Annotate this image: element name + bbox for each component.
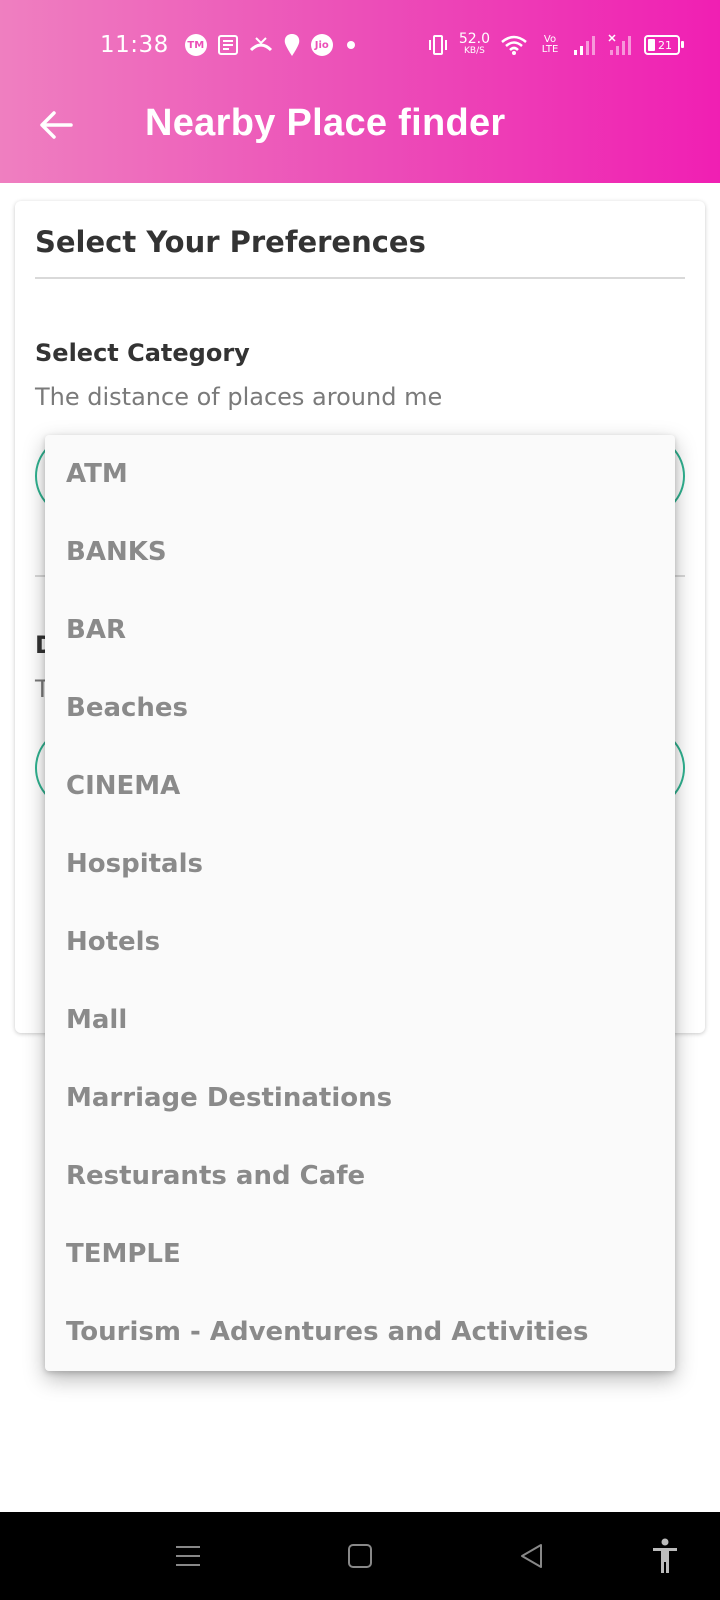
network-speed: 52.0 KB/S bbox=[458, 31, 490, 56]
tm-icon: TM bbox=[184, 34, 207, 56]
wifi-icon bbox=[500, 34, 528, 56]
dropdown-option-resturants-and-cafe[interactable]: Resturants and Cafe bbox=[45, 1137, 675, 1215]
category-help: The distance of places around me bbox=[35, 383, 443, 411]
news-icon bbox=[217, 34, 239, 56]
signal-x-icon bbox=[608, 34, 634, 56]
system-nav-bar bbox=[0, 1512, 720, 1600]
home-square-icon bbox=[348, 1544, 372, 1568]
swiggy-icon bbox=[283, 33, 301, 57]
category-dropdown[interactable]: ATM BANKS BAR Beaches CINEMA Hospitals H… bbox=[45, 435, 675, 1371]
signal-icon bbox=[572, 34, 598, 56]
home-button[interactable] bbox=[338, 1534, 382, 1578]
menu-icon bbox=[176, 1546, 200, 1566]
dropdown-option-bar[interactable]: BAR bbox=[45, 591, 675, 669]
card-title: Select Your Preferences bbox=[35, 225, 426, 259]
dropdown-option-temple[interactable]: TEMPLE bbox=[45, 1215, 675, 1293]
vibrate-icon bbox=[427, 34, 449, 56]
card-divider bbox=[35, 277, 685, 279]
dropdown-option-banks[interactable]: BANKS bbox=[45, 513, 675, 591]
dropdown-option-cinema[interactable]: CINEMA bbox=[45, 747, 675, 825]
volte-icon: Vo LTE bbox=[541, 34, 559, 55]
status-bar: 11:38 TM Jio 52.0 KB/S Vo LTE 21 bbox=[100, 28, 684, 62]
category-label: Select Category bbox=[35, 339, 250, 367]
accessibility-button[interactable] bbox=[643, 1534, 687, 1578]
dropdown-option-tourism[interactable]: Tourism - Adventures and Activities bbox=[45, 1293, 675, 1371]
page-title: Nearby Place finder bbox=[145, 102, 506, 144]
dropdown-option-hotels[interactable]: Hotels bbox=[45, 903, 675, 981]
dot-icon bbox=[343, 37, 359, 53]
back-button[interactable] bbox=[36, 105, 76, 145]
missed-call-icon bbox=[249, 34, 273, 56]
menu-button[interactable] bbox=[166, 1534, 210, 1578]
dropdown-option-marriage-destinations[interactable]: Marriage Destinations bbox=[45, 1059, 675, 1137]
back-triangle-icon bbox=[521, 1544, 542, 1568]
dropdown-option-beaches[interactable]: Beaches bbox=[45, 669, 675, 747]
dropdown-option-atm[interactable]: ATM bbox=[45, 435, 675, 513]
dropdown-option-hospitals[interactable]: Hospitals bbox=[45, 825, 675, 903]
jio-icon: Jio bbox=[310, 34, 333, 56]
arrow-left-icon bbox=[40, 111, 73, 139]
dropdown-option-mall[interactable]: Mall bbox=[45, 981, 675, 1059]
battery-icon: 21 bbox=[644, 35, 684, 55]
system-back-button[interactable] bbox=[510, 1534, 554, 1578]
status-time: 11:38 bbox=[100, 32, 169, 58]
app-bar: 11:38 TM Jio 52.0 KB/S Vo LTE 21 Nearby … bbox=[0, 0, 720, 183]
accessibility-icon bbox=[653, 1538, 677, 1573]
